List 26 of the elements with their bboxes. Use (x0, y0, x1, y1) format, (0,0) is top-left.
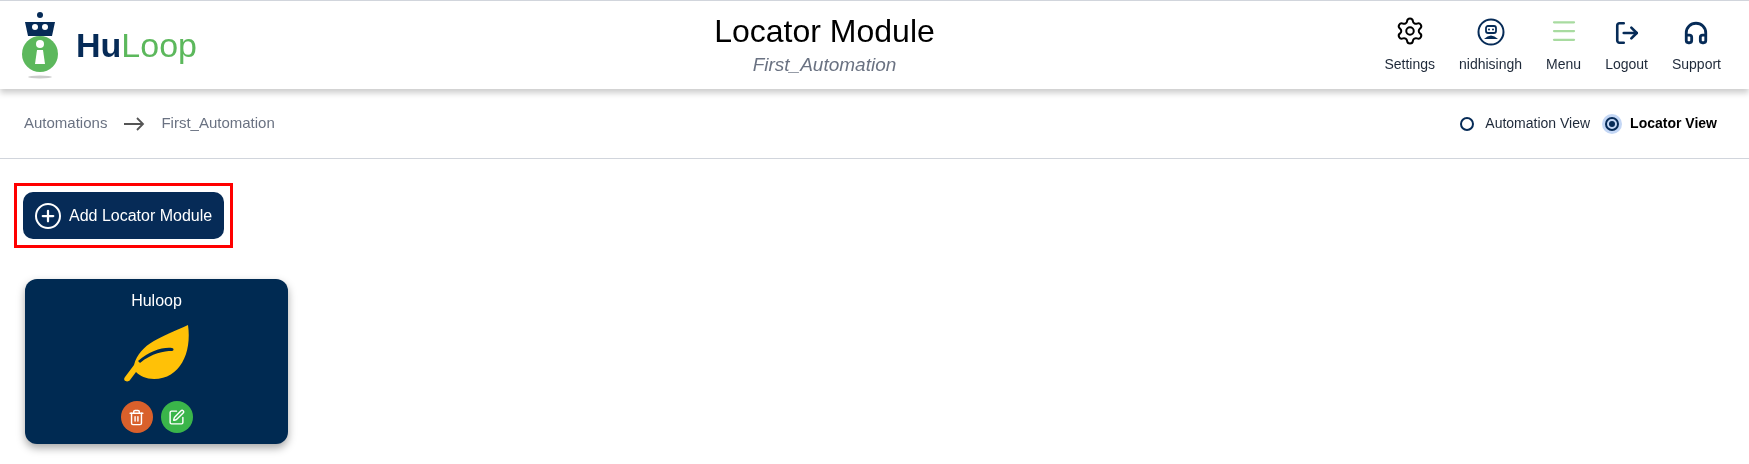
nav-button[interactable]: nidhisingh (1459, 17, 1523, 75)
logout-icon (1613, 19, 1640, 46)
radio-label: Automation View (1485, 114, 1591, 133)
radio-label: Locator View (1630, 114, 1717, 133)
nav-button[interactable]: Settings (1384, 15, 1436, 75)
trash-icon (128, 408, 145, 426)
arrow-right-icon (123, 116, 146, 131)
page-subtitle: First_Automation (752, 52, 897, 77)
nav-button[interactable]: Menu (1546, 15, 1582, 75)
robot-avatar-icon (1476, 17, 1505, 46)
delete-button[interactable] (120, 401, 153, 433)
page-title: Locator Module (714, 11, 935, 51)
edit-button[interactable] (160, 401, 193, 433)
breadcrumb-link[interactable]: Automations (24, 112, 108, 135)
edit-icon (168, 408, 185, 426)
add-locator-module-button[interactable]: Add Locator Module (23, 192, 225, 239)
module-card[interactable]: Huloop (25, 279, 288, 444)
nav-button[interactable]: Logout (1605, 19, 1648, 75)
nav-button[interactable]: Support (1671, 19, 1721, 75)
leaf-icon (121, 323, 192, 383)
robot-logo-icon (20, 10, 60, 80)
headphones-icon (1683, 19, 1710, 46)
radio-button[interactable] (1602, 113, 1623, 134)
brand-name: HuLoop (76, 28, 197, 62)
breadcrumb-link[interactable]: First_Automation (161, 112, 275, 135)
module-name: Huloop (131, 291, 182, 311)
